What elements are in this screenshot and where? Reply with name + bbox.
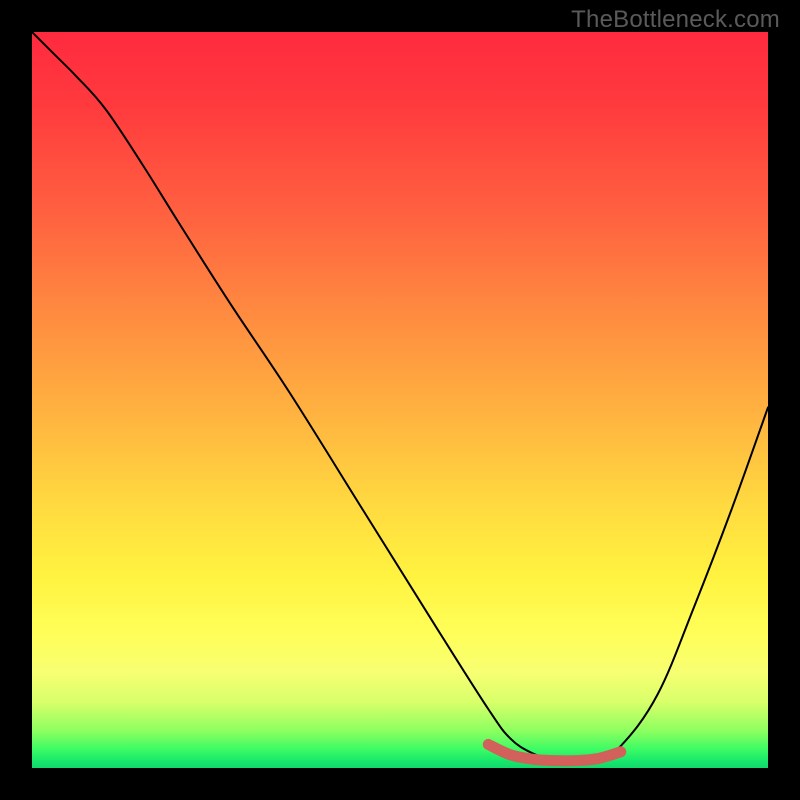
valley-marker-line [488, 744, 620, 760]
chart-svg [32, 32, 768, 768]
watermark-text: TheBottleneck.com [571, 6, 780, 34]
bottleneck-curve-line [32, 32, 768, 761]
chart-frame: TheBottleneck.com [0, 0, 800, 800]
